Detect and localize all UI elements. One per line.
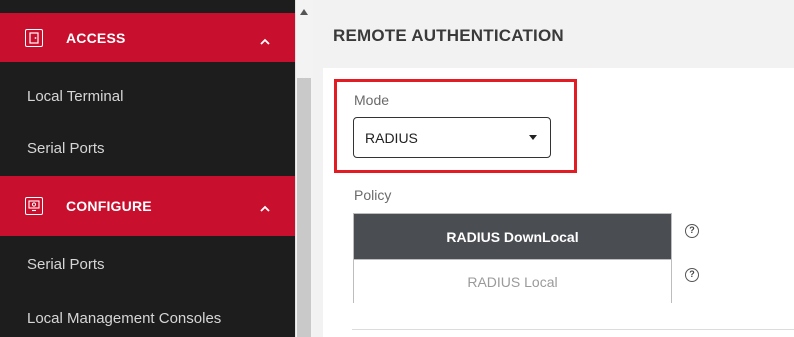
- policy-option-radius-downlocal[interactable]: RADIUS DownLocal: [354, 214, 671, 259]
- scrollbar-thumb[interactable]: [297, 78, 311, 337]
- sidebar-section-label: CONFIGURE: [66, 198, 152, 214]
- chevron-up-icon[interactable]: [259, 204, 271, 214]
- app-root: ACCESS Local Terminal Serial Ports CONFI…: [0, 0, 794, 337]
- sidebar-section-access[interactable]: ACCESS: [0, 13, 295, 62]
- sidebar: ACCESS Local Terminal Serial Ports CONFI…: [0, 0, 295, 337]
- help-icon[interactable]: ?: [685, 224, 699, 238]
- sidebar-section-configure[interactable]: CONFIGURE: [0, 176, 295, 236]
- divider: [352, 329, 794, 330]
- sidebar-item-local-terminal[interactable]: Local Terminal: [0, 72, 295, 120]
- door-icon: [25, 29, 43, 47]
- policy-option-radius-local[interactable]: RADIUS Local: [354, 259, 671, 304]
- highlight-box: [334, 79, 577, 173]
- help-icon[interactable]: ?: [685, 268, 699, 282]
- policy-label: Policy: [354, 187, 392, 203]
- chevron-up-icon[interactable]: [259, 37, 271, 47]
- sidebar-item-serial-ports[interactable]: Serial Ports: [0, 124, 295, 172]
- sidebar-item-serial-ports[interactable]: Serial Ports: [0, 240, 295, 288]
- sidebar-item-local-management-consoles[interactable]: Local Management Consoles: [0, 294, 295, 337]
- page-title: REMOTE AUTHENTICATION: [333, 26, 564, 45]
- policy-list: RADIUS DownLocal RADIUS Local: [353, 213, 672, 304]
- sidebar-section-label: ACCESS: [66, 29, 126, 46]
- scroll-up-icon[interactable]: [295, 4, 313, 20]
- monitor-gear-icon: [25, 197, 43, 215]
